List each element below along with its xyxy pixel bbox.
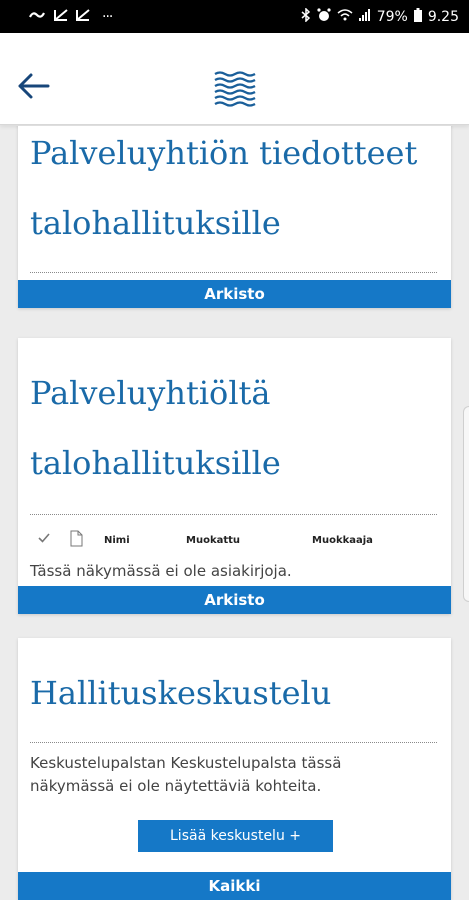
card-title: talohallituksille <box>30 204 281 242</box>
wifi-icon <box>337 8 353 25</box>
checkmark-icon[interactable] <box>38 532 50 547</box>
card-title: Palveluyhtiön tiedotteet <box>30 134 418 172</box>
app-bar <box>0 33 469 125</box>
wave-logo-icon <box>214 71 256 107</box>
clock: 9.25 <box>427 8 459 25</box>
archive-button[interactable]: Arkisto <box>18 280 451 308</box>
add-discussion-button[interactable]: Lisää keskustelu + <box>138 820 333 852</box>
more-icon: ··· <box>102 8 113 25</box>
scroll-handle[interactable] <box>463 406 469 602</box>
image-icon <box>76 9 90 24</box>
battery-icon <box>413 7 422 26</box>
empty-message: Keskustelupalstan Keskustelupalsta tässä <box>30 754 342 772</box>
arrow-left-icon <box>18 73 50 99</box>
divider <box>30 514 437 515</box>
battery-percent: 79% <box>376 8 408 25</box>
discussion-card: Hallituskeskustelu Keskustelupalstan Kes… <box>18 638 451 900</box>
content-scroll[interactable]: Palveluyhtiön tiedotteet talohallituksil… <box>0 126 469 900</box>
back-button[interactable] <box>16 71 52 101</box>
signal-icon <box>358 8 371 25</box>
column-modifier[interactable]: Muokkaaja <box>312 535 373 546</box>
divider <box>30 742 437 743</box>
card-title: Palveluyhtiöltä <box>30 374 271 412</box>
document-icon <box>70 530 83 550</box>
image-icon <box>54 9 68 24</box>
documents-card: Palveluyhtiöltä talohallituksille Nimi M… <box>18 338 451 614</box>
status-bar: ··· 79% 9.25 <box>0 0 469 33</box>
alarm-icon <box>317 7 331 26</box>
column-modified[interactable]: Muokattu <box>186 535 240 546</box>
column-name[interactable]: Nimi <box>104 535 130 546</box>
archive-button[interactable]: Arkisto <box>18 586 451 614</box>
link-icon <box>28 9 46 24</box>
card-title: Hallituskeskustelu <box>30 674 332 712</box>
notification-icons: ··· <box>28 8 113 25</box>
card-title: talohallituksille <box>30 444 281 482</box>
bluetooth-icon <box>301 6 311 26</box>
divider <box>30 272 437 273</box>
system-icons: 79% 9.25 <box>301 6 459 26</box>
document-table-header: Nimi Muokattu Muokkaaja <box>36 530 436 552</box>
empty-message: Tässä näkymässä ei ole asiakirjoja. <box>30 562 292 580</box>
all-button[interactable]: Kaikki <box>18 872 451 900</box>
news-card: Palveluyhtiön tiedotteet talohallituksil… <box>18 126 451 308</box>
empty-message: näkymässä ei ole näytettäviä kohteita. <box>30 777 322 795</box>
